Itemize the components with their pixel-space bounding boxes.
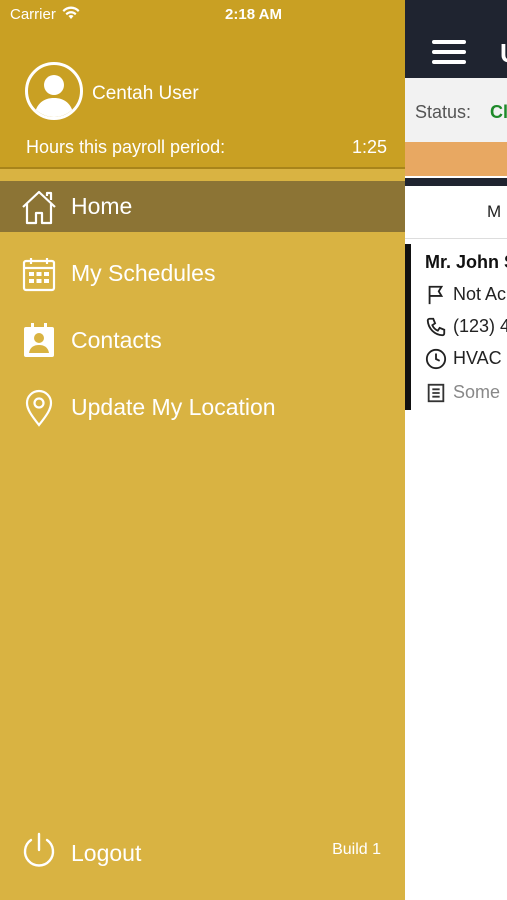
divider — [405, 178, 507, 186]
location-pin-icon — [20, 389, 58, 427]
menu-item-my-schedules[interactable]: My Schedules — [0, 248, 405, 299]
menu-item-update-location[interactable]: Update My Location — [0, 382, 405, 433]
job-status-text: Not Ac — [453, 284, 507, 304]
menu-item-home[interactable]: Home — [0, 181, 405, 232]
menu-item-label: My Schedules — [71, 260, 216, 286]
wifi-icon — [62, 6, 80, 19]
service-text: HVAC — [453, 348, 502, 368]
build-label: Build 1 — [332, 841, 381, 858]
tab-bar: M — [405, 186, 507, 239]
hours-label: Hours this payroll period: — [26, 137, 226, 157]
status-row: Status: Cl — [405, 78, 507, 142]
phone-text: (123) 4 — [453, 316, 507, 336]
status-label: Status: — [415, 102, 472, 122]
logout-button[interactable]: Logout Build 1 — [0, 828, 405, 878]
menu-item-label: Update My Location — [71, 394, 276, 420]
main-title: U — [500, 38, 507, 69]
tab-my[interactable]: M — [487, 202, 501, 222]
phone-icon — [426, 318, 446, 337]
job-status-row: Not Ac — [425, 284, 506, 306]
status-value: Cl — [490, 102, 507, 122]
note-row: Some — [425, 382, 500, 404]
note-text: Some — [453, 382, 501, 402]
hamburger-menu-icon[interactable] — [432, 40, 466, 64]
menu-item-label: Contacts — [71, 327, 162, 353]
drawer-menu: Home My Schedules Contacts Update My Loc… — [0, 181, 405, 449]
job-card[interactable]: Mr. John S Not Ac (123) 4 HVAC Some — [405, 244, 507, 410]
side-drawer: Carrier 2:18 AM Centah User Hours this p… — [0, 0, 405, 900]
menu-item-label: Home — [71, 193, 133, 219]
note-icon — [427, 384, 445, 403]
clock-icon — [425, 349, 447, 370]
contact-card-icon — [20, 322, 58, 360]
status-bar: Carrier 2:18 AM — [0, 0, 405, 28]
flag-icon — [428, 286, 444, 305]
main-top-bar: U — [405, 0, 507, 78]
service-row: HVAC — [425, 348, 502, 370]
menu-item-contacts[interactable]: Contacts — [0, 315, 405, 366]
user-name: Centah User — [92, 83, 199, 104]
customer-name: Mr. John S — [425, 252, 507, 272]
clock: 2:18 AM — [225, 6, 282, 23]
main-screen: U Status: Cl M Mr. John S Not Ac (123) 4… — [405, 0, 507, 900]
phone-row[interactable]: (123) 4 — [425, 316, 507, 338]
header-divider — [0, 167, 405, 169]
hours-value: 1:25 — [351, 137, 387, 157]
user-avatar-icon — [34, 75, 74, 117]
calendar-icon — [20, 255, 58, 293]
status-banner[interactable] — [405, 142, 507, 176]
power-icon — [23, 832, 55, 867]
logout-label: Logout — [71, 840, 142, 866]
drawer-header: Carrier 2:18 AM Centah User Hours this p… — [0, 0, 405, 168]
home-icon — [20, 188, 58, 226]
carrier-label: Carrier — [10, 6, 56, 23]
avatar — [25, 62, 83, 120]
